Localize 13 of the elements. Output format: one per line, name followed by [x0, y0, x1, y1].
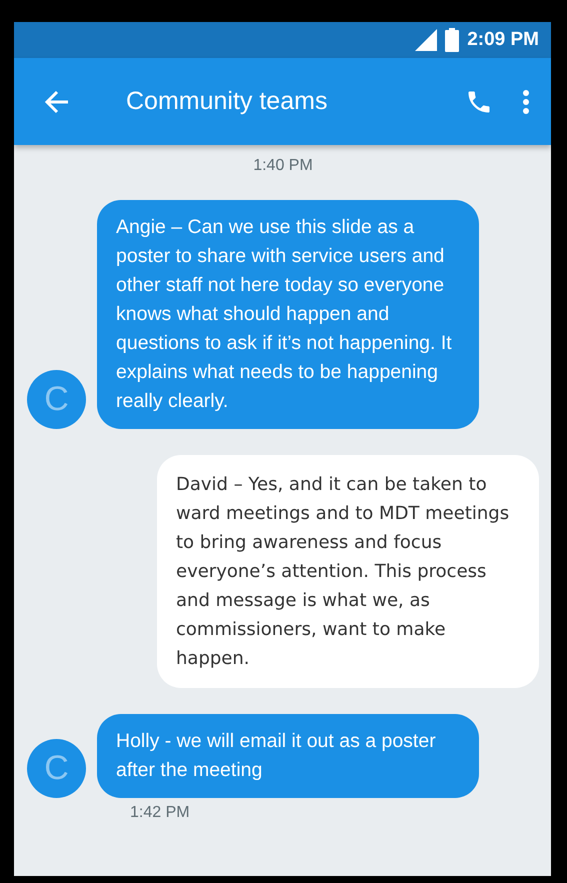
- message-time: 1:42 PM: [130, 804, 191, 822]
- avatar: C: [27, 739, 86, 798]
- timestamp: 1:40 PM: [253, 157, 313, 175]
- back-arrow-icon: [44, 88, 70, 114]
- message-bubble: Holly - we will email it out as a poster after the meeting: [97, 714, 479, 798]
- signal-icon: [415, 29, 438, 51]
- avatar: C: [27, 370, 86, 429]
- message-bubble: David – Yes, and it can be taken to ward meetings and to MDT meetings to bring awareness and focus everyone’s attention. This process and message is what we, as commissioners, want to make happen.: [157, 455, 539, 688]
- app-title: Community teams: [126, 87, 328, 116]
- status-time: 2:09 PM: [467, 29, 539, 51]
- battery-icon: [445, 28, 460, 52]
- message-bubble: Angie – Can we use this slide as a poster to share with service users and other staff not here today so everyone knows what should happen and questions to ask if it’s not happening. It explains what needs to be happening really clearly.: [97, 200, 479, 429]
- more-icon: [521, 88, 531, 116]
